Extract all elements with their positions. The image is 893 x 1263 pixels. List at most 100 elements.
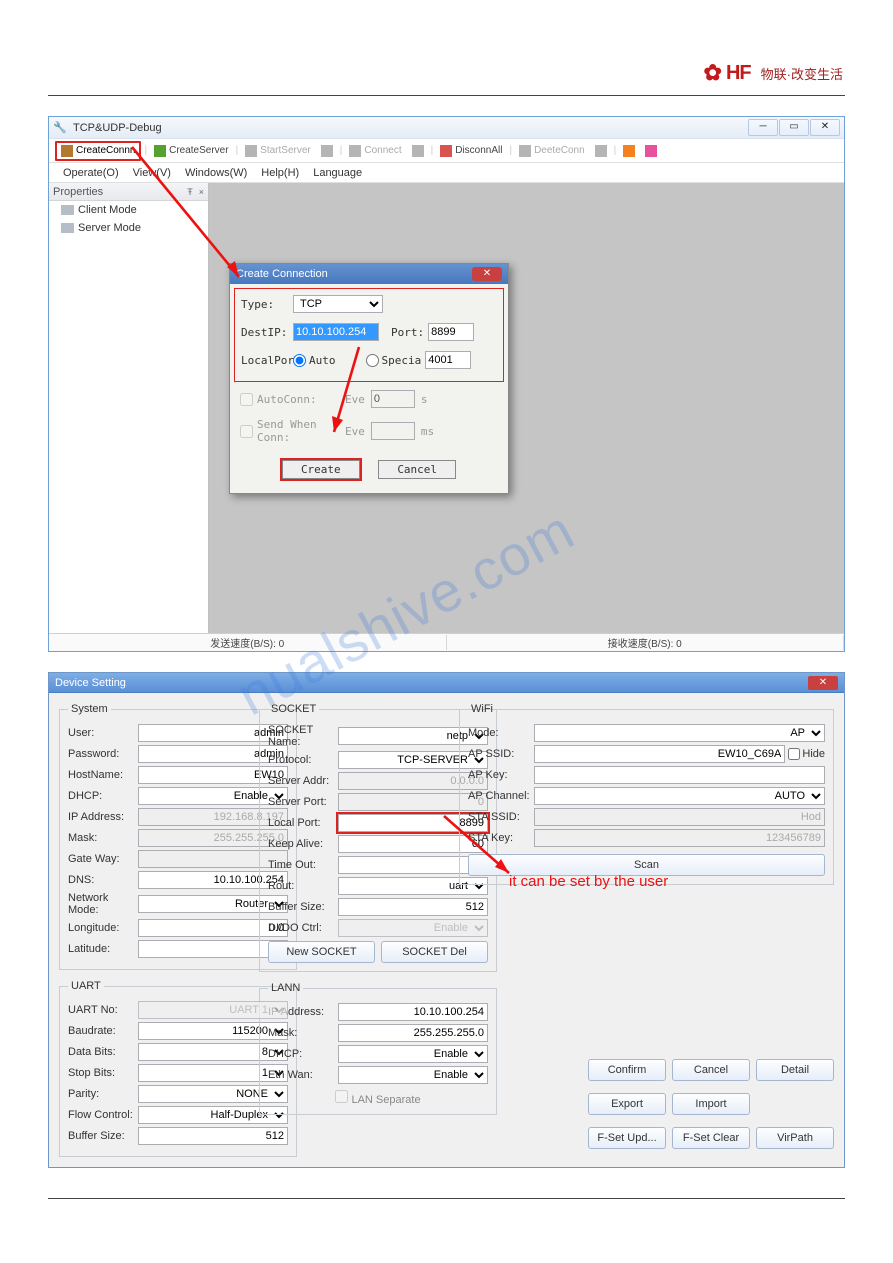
- import-button[interactable]: Import: [672, 1093, 750, 1115]
- apkey-label: AP Key:: [468, 769, 534, 781]
- ip-label: IP Address:: [68, 811, 138, 823]
- eve-ms-input: [371, 422, 415, 440]
- export-button[interactable]: Export: [588, 1093, 666, 1115]
- dialog-close-button[interactable]: ✕: [472, 267, 502, 281]
- specia-input[interactable]: [425, 351, 471, 369]
- toolbar-create-server[interactable]: CreateServer: [150, 143, 232, 159]
- wifi-legend: WiFi: [468, 703, 496, 715]
- tree-server-mode[interactable]: Server Mode: [49, 219, 208, 237]
- virpath-button[interactable]: VirPath: [756, 1127, 834, 1149]
- destip-input[interactable]: [293, 323, 379, 341]
- toolbar-disconn-all[interactable]: DisconnAll: [436, 143, 506, 159]
- kalive-label: Keep Alive:: [268, 838, 338, 850]
- brand-tagline: 物联·改变生活: [761, 64, 843, 83]
- cancel-button-2[interactable]: Cancel: [672, 1059, 750, 1081]
- menubar: Operate(O) View(V) Windows(W) Help(H) La…: [49, 163, 844, 183]
- uartno-select: UART 1: [138, 1001, 288, 1019]
- localport-specia-radio[interactable]: [366, 354, 379, 367]
- tree-client-mode[interactable]: Client Mode: [49, 201, 208, 219]
- menu-operate[interactable]: Operate(O): [63, 167, 119, 179]
- toolbar-orange[interactable]: [619, 143, 639, 159]
- dido-select: Enable: [338, 919, 488, 937]
- close-button[interactable]: ✕: [810, 119, 840, 136]
- apch-label: AP Channel:: [468, 790, 534, 802]
- menu-view[interactable]: View(V): [133, 167, 171, 179]
- autoconn-checkbox[interactable]: [240, 393, 253, 406]
- type-select[interactable]: TCP: [293, 295, 383, 313]
- user-label: User:: [68, 727, 138, 739]
- properties-close-icon[interactable]: ×: [199, 187, 204, 197]
- menu-windows[interactable]: Windows(W): [185, 167, 247, 179]
- connect-icon: [349, 145, 361, 157]
- properties-pin-icon[interactable]: Ŧ: [187, 187, 193, 197]
- dido-label: DI/DO Ctrl:: [268, 922, 338, 934]
- autoconn-label: AutoConn:: [257, 393, 345, 406]
- setting-close-button[interactable]: ✕: [808, 676, 838, 690]
- apssid-input[interactable]: [534, 745, 785, 763]
- tcp-udp-debug-window: 🔧 TCP&UDP-Debug ─ ▭ ✕ CreateConnn| Creat…: [48, 116, 845, 652]
- ms-unit: ms: [421, 425, 434, 438]
- dialog-title: Create Connection: [236, 268, 328, 280]
- toolbar-start-server[interactable]: StartServer: [241, 143, 315, 159]
- orange-icon: [623, 145, 635, 157]
- destip-label: DestIP:: [241, 326, 293, 339]
- localport-auto-radio[interactable]: [293, 354, 306, 367]
- dhcp-label: DHCP:: [68, 790, 138, 802]
- stakey-label: STA Key:: [468, 832, 534, 844]
- setting-title: Device Setting: [55, 677, 126, 689]
- baud-label: Baudrate:: [68, 1025, 138, 1037]
- stop-server-icon: [321, 145, 333, 157]
- apkey-input[interactable]: [534, 766, 825, 784]
- uartno-label: UART No:: [68, 1004, 138, 1016]
- port-label: Port:: [391, 326, 424, 339]
- lon-label: Longitude:: [68, 922, 138, 934]
- stakey-input: [534, 829, 825, 847]
- confirm-button[interactable]: Confirm: [588, 1059, 666, 1081]
- port-input[interactable]: [428, 323, 474, 341]
- maximize-button[interactable]: ▭: [779, 119, 809, 136]
- toolbar-disconn[interactable]: [408, 143, 428, 159]
- wmode-label: Mode:: [468, 727, 534, 739]
- toolbar-connect[interactable]: Connect: [345, 143, 405, 159]
- user-set-note: it can be set by the user: [509, 873, 668, 890]
- menu-language[interactable]: Language: [313, 167, 362, 179]
- lmask-label: Mask:: [268, 1027, 338, 1039]
- eve-s-label: Eve: [345, 393, 365, 406]
- toolbar-refresh[interactable]: [641, 143, 661, 159]
- create-server-icon: [154, 145, 166, 157]
- fsetupd-button[interactable]: F-Set Upd...: [588, 1127, 666, 1149]
- stassid-input: [534, 808, 825, 826]
- disconn-icon: [412, 145, 424, 157]
- sbuf-label: Buffer Size:: [268, 901, 338, 913]
- auto-label: Auto: [309, 354, 336, 367]
- host-label: HostName:: [68, 769, 138, 781]
- fsetclear-button[interactable]: F-Set Clear: [672, 1127, 750, 1149]
- menu-help[interactable]: Help(H): [261, 167, 299, 179]
- sport-label: Server Port:: [268, 796, 338, 808]
- tout-label: Time Out:: [268, 859, 338, 871]
- detail-button[interactable]: Detail: [756, 1059, 834, 1081]
- proto-label: Protocol:: [268, 754, 338, 766]
- wmode-select[interactable]: AP: [534, 724, 825, 742]
- flow-label: Flow Control:: [68, 1109, 138, 1121]
- create-button[interactable]: Create: [282, 460, 360, 479]
- new-socket-button[interactable]: New SOCKET: [268, 941, 375, 963]
- eve-s-input: [371, 390, 415, 408]
- toolbar-create-conn[interactable]: CreateConnn: [55, 141, 141, 161]
- bottom-buttons: Confirm Cancel Detail Export Import F-Se…: [459, 1055, 834, 1157]
- toolbar-extra1[interactable]: [591, 143, 611, 159]
- minimize-button[interactable]: ─: [748, 119, 778, 136]
- socket-legend: SOCKET: [268, 703, 319, 715]
- saddr-label: Server Addr:: [268, 775, 338, 787]
- toolbar-delete-conn[interactable]: DeeteConn: [515, 143, 589, 159]
- create-connection-dialog: Create Connection✕ Type: TCP DestIP: Por…: [229, 263, 509, 494]
- toolbar-stop-server[interactable]: [317, 143, 337, 159]
- ubuf-label: Buffer Size:: [68, 1130, 138, 1142]
- apch-select[interactable]: AUTO: [534, 787, 825, 805]
- hide-checkbox[interactable]: [788, 748, 800, 760]
- sendwhen-checkbox[interactable]: [240, 425, 253, 438]
- lansep-checkbox: [335, 1090, 348, 1103]
- brand-hf: HF: [726, 62, 751, 85]
- cancel-button[interactable]: Cancel: [378, 460, 456, 479]
- window-title: TCP&UDP-Debug: [73, 122, 162, 134]
